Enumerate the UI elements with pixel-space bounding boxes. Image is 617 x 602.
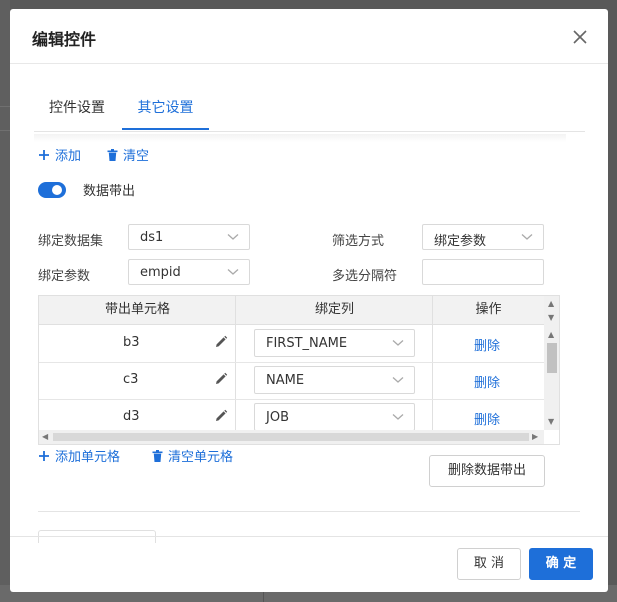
bind-column-value: JOB	[266, 410, 289, 425]
footer-divider	[10, 536, 608, 537]
horizontal-scroll-thumb[interactable]	[53, 433, 529, 441]
bind-column-select[interactable]: FIRST_NAME	[254, 329, 415, 357]
section-divider	[38, 511, 580, 512]
background-panel	[0, 0, 10, 602]
toggle-knob	[52, 185, 62, 195]
bind-column-value: FIRST_NAME	[266, 336, 348, 351]
tab-other-settings[interactable]: 其它设置	[122, 99, 209, 129]
filter-mode-select[interactable]: 绑定参数	[422, 224, 544, 250]
horizontal-scrollbar[interactable]: ◀ ▶	[39, 430, 544, 444]
edit-control-dialog: 编辑控件 控件设置 其它设置 添加 清空 数据带出 绑定数据集 ds1 筛选方式…	[10, 9, 608, 592]
dataset-select-value: ds1	[140, 230, 164, 245]
export-cell-value: c3	[123, 372, 139, 387]
scroll-up-icon[interactable]: ▲	[548, 300, 554, 308]
clear-button[interactable]: 清空	[107, 145, 149, 164]
dataset-select[interactable]: ds1	[128, 224, 250, 250]
separator-input[interactable]	[422, 259, 544, 285]
confirm-button[interactable]: 确 定	[529, 548, 593, 580]
header-divider	[10, 63, 608, 64]
chevron-down-icon	[227, 269, 239, 275]
add-cell-button[interactable]: 添加单元格	[38, 446, 120, 465]
tab-bar: 控件设置 其它设置	[34, 97, 585, 132]
chevron-down-icon	[227, 234, 239, 240]
separator-label: 多选分隔符	[332, 269, 398, 284]
close-icon[interactable]	[570, 27, 590, 47]
table-header: 带出单元格 绑定列 操作	[39, 296, 544, 325]
bind-column-select[interactable]: NAME	[254, 366, 415, 394]
plus-icon	[39, 450, 49, 461]
header-actions: 操作	[475, 302, 502, 317]
delete-row-link[interactable]: 删除	[474, 409, 500, 428]
add-button-label: 添加	[55, 149, 82, 164]
vertical-scrollbar[interactable]: ▲ ▼ ▲ ▼	[544, 296, 559, 430]
tab-content-shadow	[34, 134, 566, 142]
chevron-down-icon	[392, 377, 404, 383]
header-export-cell: 带出单元格	[104, 302, 170, 317]
delete-row-link[interactable]: 删除	[474, 372, 500, 391]
chevron-down-icon	[521, 234, 533, 240]
export-cell-value: b3	[123, 335, 140, 350]
dialog-title: 编辑控件	[32, 30, 97, 49]
param-label: 绑定参数	[38, 269, 91, 284]
add-button[interactable]: 添加	[38, 145, 81, 164]
trash-icon	[107, 148, 118, 161]
chevron-down-icon	[392, 340, 404, 346]
active-tab-indicator	[122, 128, 209, 130]
background-divider	[0, 130, 10, 131]
add-cell-label: 添加单元格	[55, 450, 121, 465]
chevron-down-icon	[392, 414, 404, 420]
param-select-value: empid	[140, 265, 181, 280]
scroll-right-icon[interactable]: ▶	[532, 433, 538, 441]
delete-data-export-button[interactable]: 删除数据带出	[429, 455, 545, 487]
vertical-scroll-thumb[interactable]	[547, 343, 557, 373]
data-export-table: 带出单元格 绑定列 操作 b3 FIRST_NAME 删除 c3 NAME 删除	[38, 295, 560, 445]
table-row: c3 NAME 删除	[39, 362, 544, 400]
scroll-down-icon[interactable]: ▼	[548, 418, 554, 426]
pencil-icon[interactable]	[214, 335, 228, 349]
data-export-toggle[interactable]	[38, 182, 66, 198]
scroll-down-icon[interactable]: ▼	[548, 314, 554, 322]
bind-column-select[interactable]: JOB	[254, 403, 415, 431]
cancel-button[interactable]: 取 消	[457, 548, 521, 580]
clear-cells-button[interactable]: 清空单元格	[152, 446, 233, 465]
pencil-icon[interactable]	[214, 409, 228, 423]
background-divider	[0, 106, 10, 107]
table-row: b3 FIRST_NAME 删除	[39, 325, 544, 363]
header-bind-column: 绑定列	[314, 302, 354, 317]
data-export-label: 数据带出	[83, 184, 136, 199]
clear-button-label: 清空	[123, 149, 150, 164]
scroll-up-icon[interactable]: ▲	[548, 331, 554, 339]
delete-row-link[interactable]: 删除	[474, 335, 500, 354]
plus-icon	[39, 149, 49, 160]
param-select[interactable]: empid	[128, 259, 250, 285]
pencil-icon[interactable]	[214, 372, 228, 386]
trash-icon	[152, 449, 163, 462]
export-cell-value: d3	[123, 409, 140, 424]
clear-cells-label: 清空单元格	[168, 450, 234, 465]
scroll-left-icon[interactable]: ◀	[42, 433, 48, 441]
dataset-label: 绑定数据集	[38, 234, 104, 249]
tab-control-settings[interactable]: 控件设置	[34, 99, 120, 129]
filter-mode-select-value: 绑定参数	[434, 234, 487, 249]
bind-column-value: NAME	[266, 373, 305, 388]
filter-mode-label: 筛选方式	[332, 234, 385, 249]
